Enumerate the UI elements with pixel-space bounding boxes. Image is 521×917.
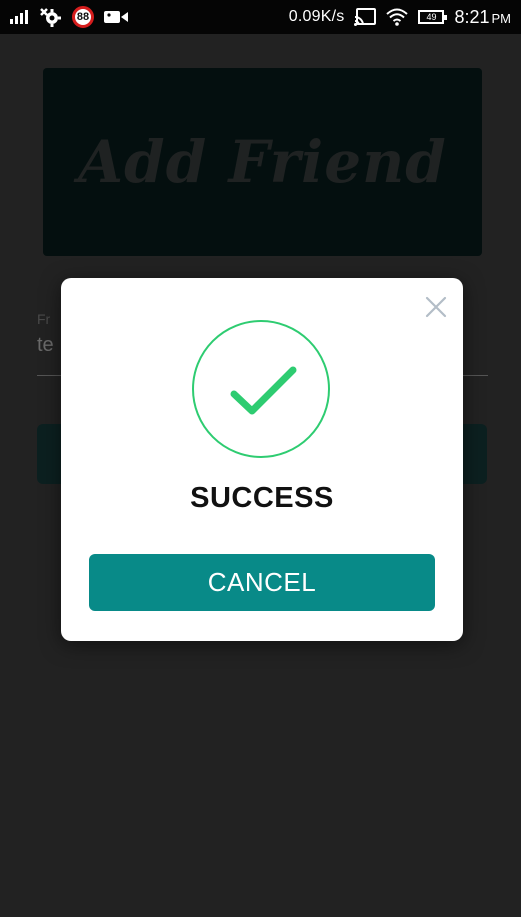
clock-ampm: PM [491,10,512,26]
cast-icon [354,8,377,26]
network-speed: 0.09K/s [288,8,345,25]
status-bar: 88 0.09K/s 49 8:21 PM [0,0,521,34]
video-icon [104,9,128,25]
page-title: Add Friend [78,128,447,196]
signal-icon [10,10,28,24]
wifi-icon [386,8,409,26]
close-icon[interactable] [423,294,449,320]
friend-field-label: Fr [37,311,51,327]
cancel-button[interactable]: CANCEL [89,554,435,611]
header-banner: Add Friend [43,68,482,256]
friend-input[interactable]: te [37,334,54,357]
check-circle-icon [192,320,330,458]
status-bar-right: 0.09K/s 49 8:21 PM [289,5,511,29]
status-bar-left: 88 [10,5,128,29]
badge-88-icon: 88 [72,6,94,28]
gear-bug-icon [38,6,62,28]
clock: 8:21 PM [454,7,511,28]
success-modal: SUCCESS CANCEL [61,278,463,641]
modal-title: SUCCESS [190,482,334,514]
battery-icon: 49 [418,10,448,24]
clock-time: 8:21 [454,6,490,27]
